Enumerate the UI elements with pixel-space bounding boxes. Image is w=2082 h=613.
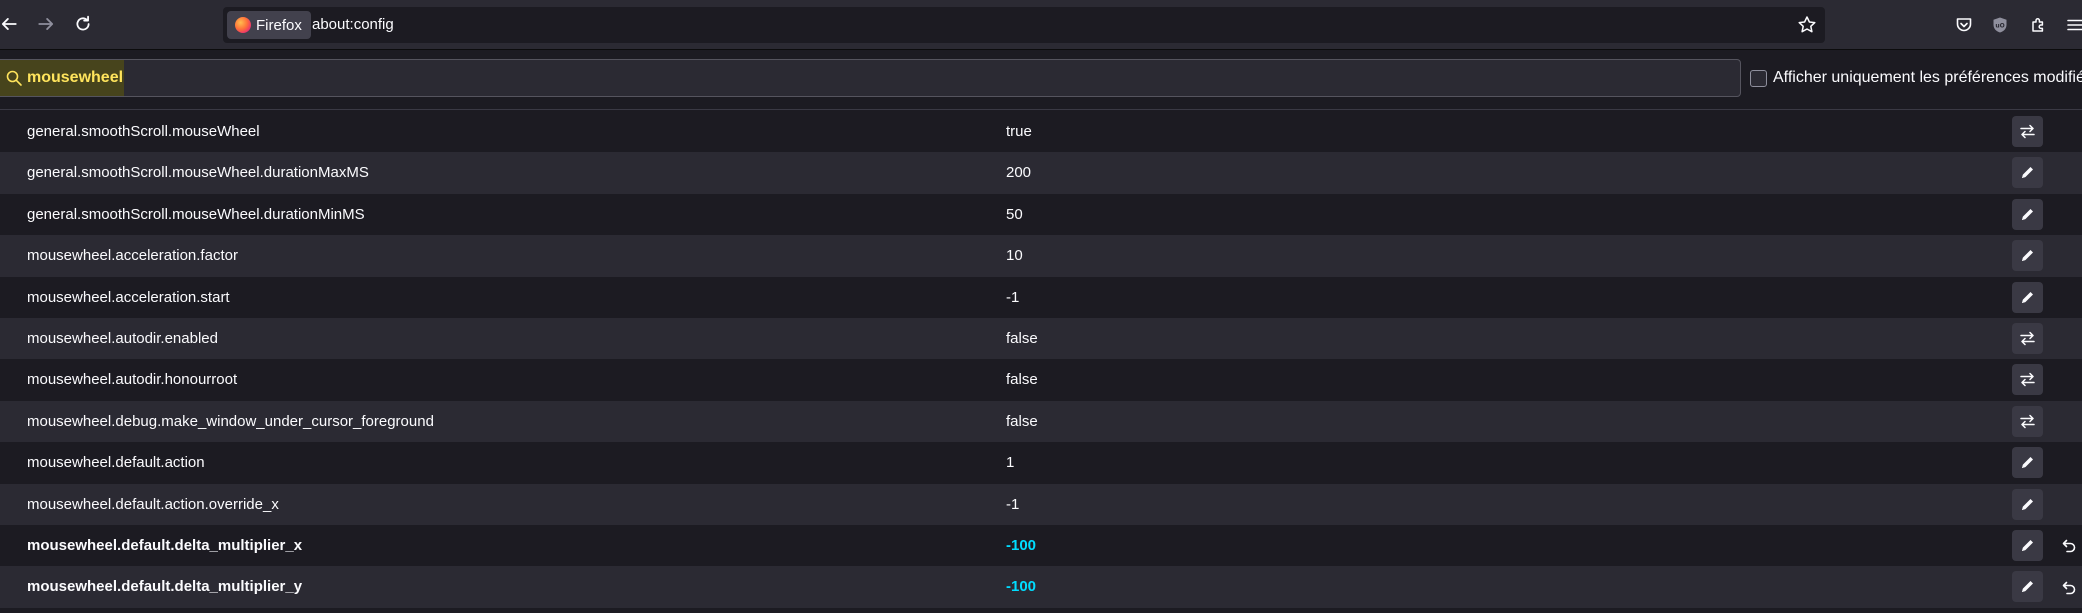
search-input[interactable] <box>27 67 1527 89</box>
pref-value: false <box>1006 329 1038 347</box>
table-row[interactable]: mousewheel.default.delta_multiplier_y -10… <box>0 566 2082 608</box>
table-row[interactable]: mousewheel.default.delta_multiplier_x -10… <box>0 524 2082 567</box>
pencil-icon <box>2022 167 2033 179</box>
config-search-row: Afficher uniquement les préférences modi… <box>0 50 2082 110</box>
toggle-button[interactable] <box>2012 364 2043 396</box>
toggle-arrows-icon <box>2020 331 2035 346</box>
edit-button[interactable] <box>2012 240 2043 272</box>
pencil-icon <box>2022 539 2033 551</box>
bookmark-star-icon[interactable] <box>1797 15 1817 35</box>
table-row[interactable]: general.smoothScroll.mouseWheel.duration… <box>0 152 2082 194</box>
pref-value: 1 <box>1006 454 1015 472</box>
pencil-icon <box>2022 208 2033 220</box>
pref-name: mousewheel.acceleration.start <box>27 288 230 306</box>
pref-name: mousewheel.default.delta_multiplier_y <box>27 578 303 596</box>
pref-name: general.smoothScroll.mouseWheel.duration… <box>27 164 369 182</box>
pref-name: mousewheel.default.action <box>27 454 205 472</box>
pencil-icon <box>2022 291 2033 303</box>
pref-value: -1 <box>1006 495 1020 513</box>
edit-button[interactable] <box>2012 447 2043 479</box>
table-row[interactable]: general.smoothScroll.mouseWheel.duration… <box>0 193 2082 236</box>
preferences-table: general.smoothScroll.mouseWheel true gener… <box>0 111 2082 608</box>
table-row[interactable]: mousewheel.acceleration.start -1 <box>0 276 2082 318</box>
search-icon <box>6 70 22 86</box>
identity-label: Firefox <box>256 16 302 34</box>
search-box[interactable] <box>0 59 1741 97</box>
show-modified-checkbox[interactable] <box>1750 70 1767 87</box>
pref-value: -100 <box>1006 536 1037 554</box>
pref-name: mousewheel.default.delta_multiplier_x <box>27 536 303 554</box>
identity-box[interactable]: Firefox <box>227 11 311 39</box>
extensions-puzzle-icon[interactable] <box>2028 14 2050 36</box>
edit-button[interactable] <box>2012 281 2043 313</box>
pref-value: -1 <box>1006 288 1020 306</box>
reset-button[interactable] <box>2058 577 2078 597</box>
edit-button[interactable] <box>2012 529 2043 561</box>
reset-button[interactable] <box>2058 536 2078 556</box>
table-row[interactable]: mousewheel.acceleration.factor 10 <box>0 235 2082 277</box>
pocket-icon[interactable] <box>1953 14 1975 36</box>
pref-name: mousewheel.debug.make_window_under_curso… <box>27 412 434 430</box>
table-row[interactable]: general.smoothScroll.mouseWheel true <box>0 111 2082 153</box>
table-row[interactable]: mousewheel.default.action.override_x -1 <box>0 483 2082 525</box>
firefox-logo-icon <box>235 17 251 33</box>
pref-name: mousewheel.acceleration.factor <box>27 247 238 265</box>
pref-value: 200 <box>1006 164 1032 182</box>
pref-value: false <box>1006 412 1038 430</box>
table-row[interactable]: mousewheel.autodir.honourroot false <box>0 359 2082 401</box>
pencil-icon <box>2022 457 2033 469</box>
pencil-icon <box>2022 250 2033 262</box>
pref-value: 10 <box>1006 247 1023 265</box>
reload-icon[interactable] <box>71 12 95 36</box>
pref-value: false <box>1006 371 1038 389</box>
pref-value: 50 <box>1006 205 1023 223</box>
table-row[interactable]: mousewheel.autodir.enabled false <box>0 317 2082 360</box>
table-row[interactable]: mousewheel.debug.make_window_under_curso… <box>0 400 2082 443</box>
pencil-icon <box>2022 581 2033 593</box>
reset-arrow-icon <box>2062 581 2075 595</box>
toggle-arrows-icon <box>2020 373 2035 387</box>
edit-button[interactable] <box>2012 198 2043 230</box>
show-modified-label[interactable]: Afficher uniquement les préférences modi… <box>1773 69 2082 87</box>
pref-name: general.smoothScroll.mouseWheel <box>27 123 260 140</box>
pencil-icon <box>2022 498 2033 510</box>
pref-value: -100 <box>1006 578 1037 596</box>
edit-button[interactable] <box>2012 571 2043 603</box>
pref-name: mousewheel.autodir.honourroot <box>27 371 238 389</box>
edit-button[interactable] <box>2012 157 2043 189</box>
url-bar[interactable]: Firefox about:config <box>223 7 1825 43</box>
pref-value: true <box>1006 123 1032 140</box>
pref-name: general.smoothScroll.mouseWheel.duration… <box>27 205 365 223</box>
forward-arrow-icon[interactable] <box>34 12 58 36</box>
toggle-button[interactable] <box>2012 116 2043 147</box>
pref-name: mousewheel.autodir.enabled <box>27 329 218 347</box>
hamburger-menu-icon[interactable] <box>2064 14 2082 36</box>
browser-toolbar: Firefox about:config uO <box>0 0 2082 50</box>
pref-name: mousewheel.default.action.override_x <box>27 495 279 513</box>
edit-button[interactable] <box>2012 488 2043 520</box>
ublock-origin-icon[interactable]: uO <box>1989 14 2011 36</box>
toggle-arrows-icon <box>2020 124 2035 139</box>
toggle-button[interactable] <box>2012 405 2043 437</box>
back-arrow-icon[interactable] <box>0 12 21 36</box>
reset-arrow-icon <box>2062 540 2075 553</box>
svg-text:uO: uO <box>1995 23 2004 30</box>
url-text[interactable]: about:config <box>312 16 394 33</box>
toggle-arrows-icon <box>2020 414 2035 428</box>
table-row[interactable]: mousewheel.default.action 1 <box>0 442 2082 484</box>
toggle-button[interactable] <box>2012 322 2043 354</box>
